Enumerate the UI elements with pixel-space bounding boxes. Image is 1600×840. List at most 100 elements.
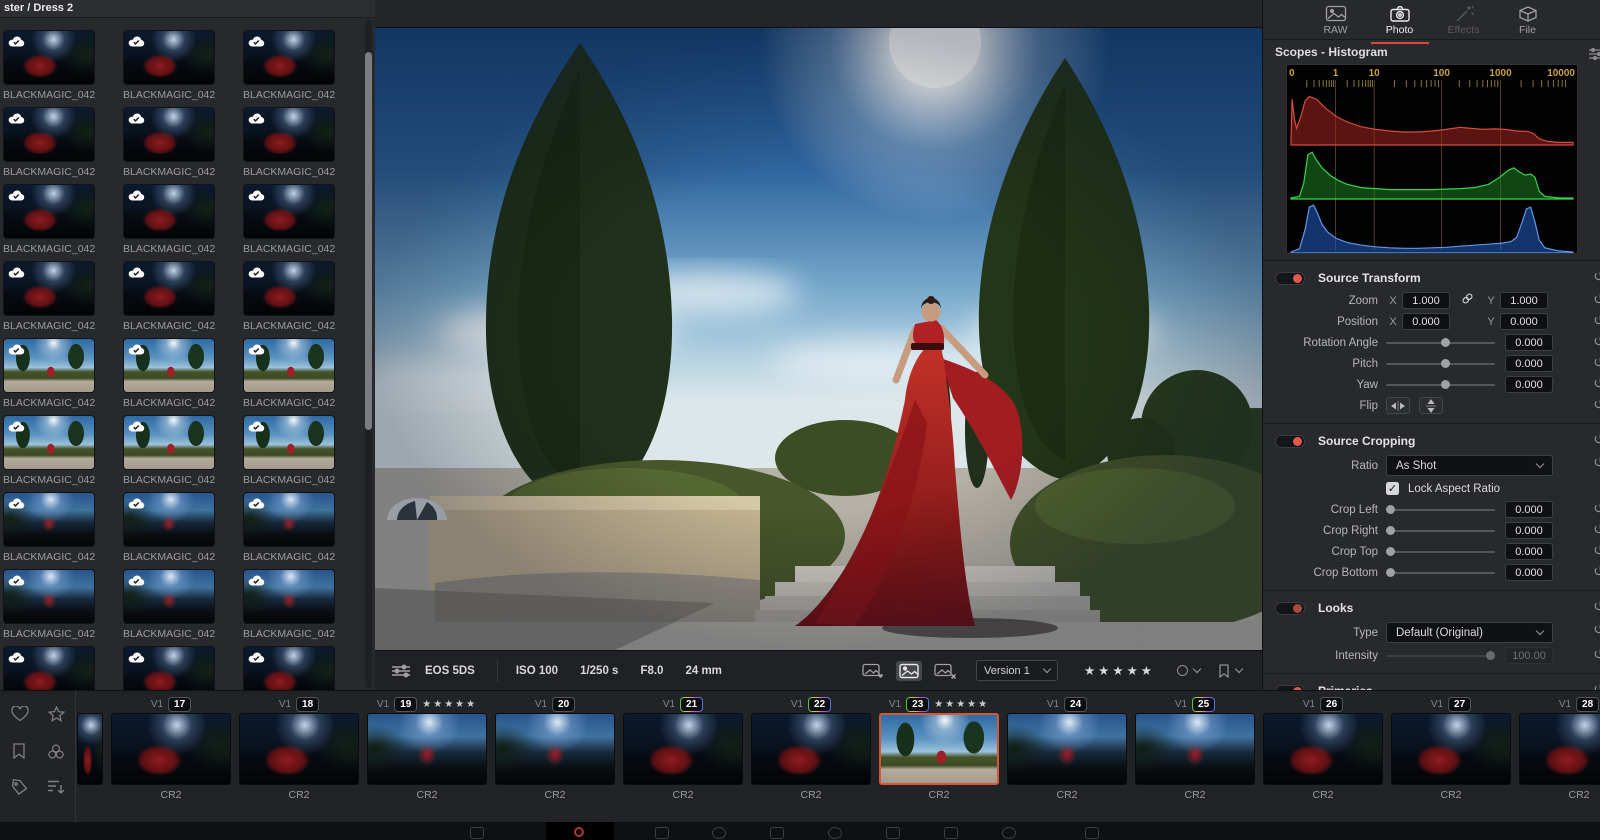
reset-icon[interactable]: ↺	[1593, 333, 1600, 351]
filmstrip-thumbnail[interactable]	[1007, 713, 1127, 785]
library-thumbnail[interactable]	[243, 569, 335, 624]
rotation-field[interactable]: 0.000	[1505, 334, 1553, 351]
library-thumbnail[interactable]	[3, 338, 95, 393]
library-thumbnail[interactable]	[3, 30, 95, 85]
filmstrip-thumbnail[interactable]	[111, 713, 231, 785]
version-dropdown[interactable]: Version 1	[976, 660, 1058, 681]
image-preview-icon[interactable]	[896, 661, 922, 681]
flip-horizontal-button[interactable]	[1386, 397, 1410, 414]
filmstrip-thumbnail[interactable]	[1263, 713, 1383, 785]
library-thumbnail[interactable]	[123, 261, 215, 316]
filmstrip-item[interactable]: V119★★★★★CR2	[367, 691, 487, 823]
reset-icon[interactable]: ↺	[1593, 375, 1600, 393]
looks-toggle[interactable]	[1275, 602, 1305, 615]
dock-icon[interactable]	[828, 827, 842, 839]
crop-right-slider[interactable]	[1386, 522, 1495, 539]
reset-icon[interactable]: ↺	[1593, 598, 1600, 616]
dock-icon[interactable]	[770, 827, 784, 839]
library-thumbnail[interactable]	[3, 261, 95, 316]
lock-aspect-checkbox[interactable]: ✓	[1386, 482, 1399, 495]
filmstrip-item[interactable]: V127CR2	[1391, 691, 1511, 823]
color-label-dropdown[interactable]	[1177, 665, 1200, 676]
dock-icon[interactable]	[470, 827, 484, 839]
ratio-dropdown[interactable]: As Shot	[1386, 455, 1553, 476]
tab-photo[interactable]: Photo	[1376, 4, 1424, 39]
filmstrip-thumbnail[interactable]	[623, 713, 743, 785]
library-thumbnail[interactable]	[243, 415, 335, 470]
filmstrip-thumbnail[interactable]	[1519, 713, 1600, 785]
reset-icon[interactable]: ↺	[1593, 291, 1600, 309]
filmstrip-item[interactable]: V123★★★★★CR2	[879, 691, 999, 823]
dock-icon[interactable]	[655, 827, 669, 839]
position-x-field[interactable]: 0.000	[1402, 313, 1450, 330]
tab-raw[interactable]: RAW	[1312, 4, 1360, 39]
filmstrip-item[interactable]: V117CR2	[111, 691, 231, 823]
flip-vertical-button[interactable]	[1419, 397, 1443, 414]
filmstrip-item-partial[interactable]	[77, 691, 103, 823]
filmstrip-thumbnail[interactable]	[1135, 713, 1255, 785]
library-thumbnail[interactable]	[123, 492, 215, 547]
image-reject-icon[interactable]	[932, 661, 958, 681]
look-type-dropdown[interactable]: Default (Original)	[1386, 622, 1553, 643]
rating-stars[interactable]: ★★★★★	[1084, 663, 1155, 678]
library-thumbnail[interactable]	[243, 107, 335, 162]
reset-icon[interactable]: ↺	[1593, 646, 1600, 664]
reset-icon[interactable]: ↺	[1593, 431, 1600, 449]
dock-record-icon[interactable]	[574, 827, 584, 837]
zoom-x-field[interactable]: 1.000	[1402, 292, 1450, 309]
reset-icon[interactable]: ↺	[1593, 500, 1600, 518]
filmstrip-item[interactable]: V128CR2	[1519, 691, 1600, 823]
dock-active-tile[interactable]	[546, 822, 614, 840]
library-thumbnail[interactable]	[123, 646, 215, 690]
scopes-options-icon[interactable]	[1589, 45, 1600, 70]
metadata-sliders-icon[interactable]	[389, 662, 413, 680]
filmstrip-thumbnail[interactable]	[495, 713, 615, 785]
filmstrip-thumbnail[interactable]	[367, 713, 487, 785]
library-thumbnail[interactable]	[3, 492, 95, 547]
crop-top-field[interactable]: 0.000	[1505, 543, 1553, 560]
library-thumbnail[interactable]	[243, 338, 335, 393]
library-thumbnail[interactable]	[243, 261, 335, 316]
intensity-slider[interactable]	[1386, 647, 1495, 664]
library-scrollbar[interactable]	[365, 20, 372, 688]
library-thumbnail[interactable]	[123, 107, 215, 162]
library-thumbnail[interactable]	[123, 30, 215, 85]
dock-icon[interactable]	[1085, 827, 1099, 839]
sort-icon[interactable]	[47, 779, 65, 800]
library-thumbnail[interactable]	[243, 492, 335, 547]
library-thumbnail[interactable]	[123, 569, 215, 624]
reset-icon[interactable]: ↺	[1593, 268, 1600, 286]
library-thumbnail[interactable]	[243, 184, 335, 239]
crop-left-slider[interactable]	[1386, 501, 1495, 518]
reset-icon[interactable]: ↺	[1593, 681, 1600, 690]
tab-effects[interactable]: Effects	[1440, 4, 1488, 39]
library-thumbnail[interactable]	[123, 338, 215, 393]
color-wheels-icon[interactable]	[47, 743, 65, 765]
filmstrip-item[interactable]: V124CR2	[1007, 691, 1127, 823]
library-thumbnail[interactable]	[3, 184, 95, 239]
filmstrip-item[interactable]: V126CR2	[1263, 691, 1383, 823]
heart-icon[interactable]	[11, 706, 29, 727]
flag-dropdown[interactable]	[1218, 664, 1242, 678]
reset-icon[interactable]: ↺	[1593, 542, 1600, 560]
filmstrip-thumbnail[interactable]	[751, 713, 871, 785]
pitch-slider[interactable]	[1386, 355, 1495, 372]
reset-icon[interactable]: ↺	[1593, 396, 1600, 414]
reset-icon[interactable]: ↺	[1593, 454, 1600, 472]
filmstrip-thumbnail[interactable]	[1391, 713, 1511, 785]
bookmark-icon[interactable]	[12, 743, 26, 764]
filmstrip-item[interactable]: V121CR2	[623, 691, 743, 823]
image-favorite-icon[interactable]	[860, 661, 886, 681]
link-icon[interactable]	[1450, 292, 1484, 310]
crop-right-field[interactable]: 0.000	[1505, 522, 1553, 539]
library-thumbnail[interactable]	[123, 184, 215, 239]
library-thumbnail[interactable]	[3, 107, 95, 162]
filmstrip-item[interactable]: V118CR2	[239, 691, 359, 823]
library-thumbnail[interactable]	[3, 569, 95, 624]
source-cropping-toggle[interactable]	[1275, 435, 1305, 448]
crop-top-slider[interactable]	[1386, 543, 1495, 560]
zoom-y-field[interactable]: 1.000	[1500, 292, 1548, 309]
filmstrip-item[interactable]: V125CR2	[1135, 691, 1255, 823]
reset-icon[interactable]: ↺	[1593, 312, 1600, 330]
reset-icon[interactable]: ↺	[1593, 354, 1600, 372]
